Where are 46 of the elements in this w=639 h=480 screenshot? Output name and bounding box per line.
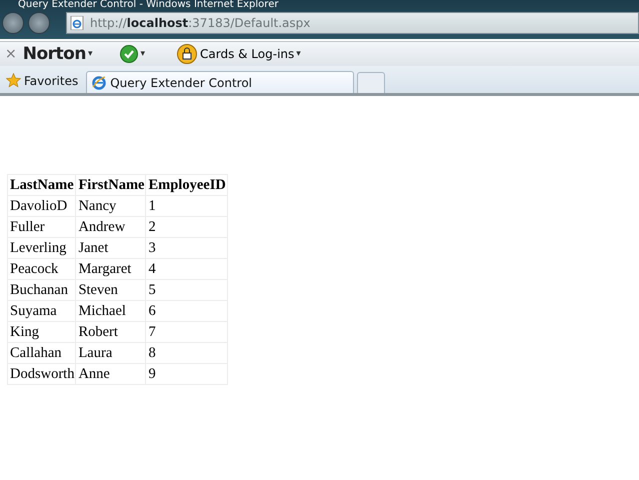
- caret-icon[interactable]: ▾: [88, 49, 92, 59]
- table-cell: Fuller: [8, 216, 76, 238]
- close-icon[interactable]: ×: [5, 46, 17, 62]
- table-cell: Janet: [76, 238, 146, 258]
- table-cell: 1: [146, 196, 228, 216]
- table-cell: 8: [146, 342, 228, 364]
- column-header: LastName: [8, 174, 76, 196]
- table-cell: Steven: [76, 280, 146, 300]
- column-header: EmployeeID: [146, 174, 228, 196]
- cards-logins-menu[interactable]: Cards & Log-ins: [200, 47, 294, 61]
- table-cell: Callahan: [8, 342, 76, 364]
- ie-page-icon: [70, 16, 84, 30]
- table-cell: Dodsworth: [8, 364, 76, 384]
- check-icon[interactable]: [120, 45, 138, 63]
- table-cell: Andrew: [76, 216, 146, 238]
- table-cell: Suyama: [8, 300, 76, 322]
- table-cell: 3: [146, 238, 228, 258]
- table-cell: Michael: [76, 300, 146, 322]
- caret-icon[interactable]: ▾: [140, 49, 145, 59]
- table-cell: Peacock: [8, 258, 76, 280]
- table-cell: 7: [146, 322, 228, 342]
- table-cell: Buchanan: [8, 280, 76, 300]
- table-cell: Anne: [76, 364, 146, 384]
- table-cell: Margaret: [76, 258, 146, 280]
- table-cell: Nancy: [76, 196, 146, 216]
- table-cell: 2: [146, 216, 228, 238]
- favorites-button[interactable]: Favorites: [0, 73, 86, 93]
- table-cell: Leverling: [8, 238, 76, 258]
- table-cell: 4: [146, 258, 228, 280]
- table-cell: DavolioD: [8, 196, 76, 216]
- column-header: FirstName: [76, 174, 146, 196]
- table-cell: 5: [146, 280, 228, 300]
- norton-logo[interactable]: Norton: [22, 44, 86, 64]
- table-cell: King: [8, 322, 76, 342]
- forward-button[interactable]: [28, 12, 50, 34]
- ie-logo-icon: [92, 76, 106, 90]
- table-cell: Laura: [76, 342, 146, 364]
- caret-icon[interactable]: ▾: [296, 49, 301, 59]
- star-icon: [6, 73, 21, 88]
- table-cell: 6: [146, 300, 228, 322]
- table-cell: 9: [146, 364, 228, 384]
- browser-tab[interactable]: Query Extender Control: [86, 71, 354, 93]
- lock-icon[interactable]: [177, 44, 197, 64]
- address-field[interactable]: http://localhost:37183/Default.aspx: [66, 12, 639, 34]
- back-button[interactable]: [2, 12, 24, 34]
- table-cell: Robert: [76, 322, 146, 342]
